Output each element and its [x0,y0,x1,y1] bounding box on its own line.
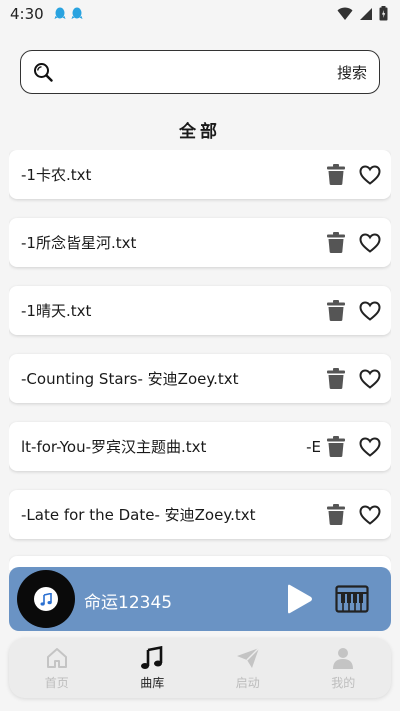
song-name: -1所念皆星河.txt [21,234,137,252]
status-time: 4:30 [10,5,44,23]
search-button[interactable]: 搜索 [337,62,367,83]
song-list[interactable]: -1卡农.txt -1所念皆星河.txt -1晴天.txt -Counting … [9,150,391,570]
list-item[interactable]: lt-for-You-罗宾汉主题曲.txt -E [9,422,391,471]
nav-label: 首页 [44,675,69,690]
battery-icon [379,6,388,21]
nav-label: 启动 [235,675,260,690]
nav-label: 曲库 [140,675,165,690]
heart-icon[interactable] [359,368,381,390]
list-item[interactable]: -1卡农.txt [9,150,391,199]
trash-icon[interactable] [325,300,347,322]
list-item[interactable]: -1所念皆星河.txt [9,218,391,267]
wifi-icon [337,7,353,20]
trash-icon[interactable] [325,504,347,526]
status-indicators [337,6,388,21]
status-bar: 4:30 [0,0,400,28]
song-name: -1晴天.txt [21,302,92,320]
nav-item-home[interactable]: 首页 [9,638,105,698]
play-icon[interactable] [285,584,313,614]
section-title: 全部 [179,122,221,142]
trash-icon[interactable] [325,164,347,186]
trash-icon[interactable] [325,232,347,254]
list-item[interactable]: -Counting Stars- 安迪Zoey.txt [9,354,391,403]
heart-icon[interactable] [359,232,381,254]
cell-signal-icon [360,7,372,20]
trash-icon[interactable] [325,436,347,458]
heart-icon[interactable] [359,436,381,458]
album-disc[interactable] [17,570,75,628]
search-input[interactable] [61,63,337,81]
nav-item-library[interactable]: 曲库 [105,638,201,698]
search-bar: 搜索 [20,50,380,94]
home-icon [46,647,67,668]
music-note-icon [34,587,58,611]
qq-notification-icon [54,7,66,19]
list-item[interactable]: -1晴天.txt [9,286,391,335]
list-item[interactable]: -Late for the Date- 安迪Zoey.txt [9,490,391,539]
song-name: lt-for-You-罗宾汉主题曲.txt [21,438,207,456]
song-name-overflow: -E [306,437,321,456]
trash-icon[interactable] [325,368,347,390]
heart-icon[interactable] [359,504,381,526]
nav-label: 我的 [331,675,356,690]
song-name: -1卡农.txt [21,166,92,184]
song-name: -Late for the Date- 安迪Zoey.txt [21,506,256,524]
search-icon [34,63,53,82]
heart-icon[interactable] [359,300,381,322]
song-name: -Counting Stars- 安迪Zoey.txt [21,370,239,388]
nav-item-me[interactable]: 我的 [296,638,392,698]
person-icon [333,647,354,669]
bottom-nav: 首页 曲库 启动 我的 [9,638,391,698]
now-playing-title: 命运12345 [84,593,173,613]
heart-icon[interactable] [359,164,381,186]
nav-item-launch[interactable]: 启动 [200,638,296,698]
music-note-icon [141,645,163,669]
piano-keyboard-icon[interactable] [335,585,369,613]
send-icon [236,646,260,668]
qq-notification-icon [71,7,83,19]
